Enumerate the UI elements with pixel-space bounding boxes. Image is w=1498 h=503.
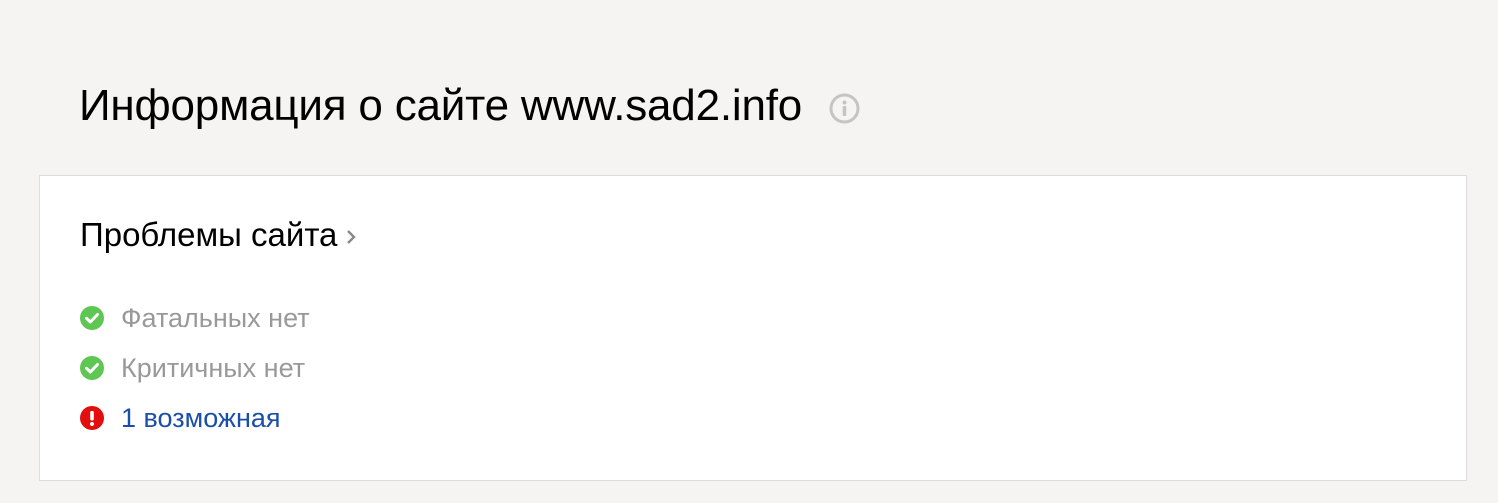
card-title: Проблемы сайта (80, 216, 338, 253)
possible-problems-link[interactable]: 1 возможная (121, 402, 281, 434)
exclamation-circle-icon (80, 406, 104, 430)
site-problems-link[interactable]: Проблемы сайта (80, 214, 357, 256)
problem-label: Критичных нет (121, 353, 306, 383)
problem-label: Фатальных нет (121, 303, 310, 333)
page-header: Информация о сайте www.sad2.info (79, 78, 860, 134)
problems-list: Фатальных нет Критичных нет 1 возможная (80, 293, 310, 443)
problem-item-fatal: Фатальных нет (80, 293, 310, 343)
problem-item-possible: 1 возможная (80, 393, 310, 443)
chevron-right-icon (345, 228, 357, 246)
site-problems-card: Проблемы сайта Фатальных нет Критичных н… (39, 175, 1467, 481)
problem-item-critical: Критичных нет (80, 343, 310, 393)
info-circle-icon[interactable] (829, 93, 860, 124)
check-circle-icon (80, 356, 104, 380)
page-title: Информация о сайте www.sad2.info (79, 81, 803, 130)
check-circle-icon (80, 306, 104, 330)
